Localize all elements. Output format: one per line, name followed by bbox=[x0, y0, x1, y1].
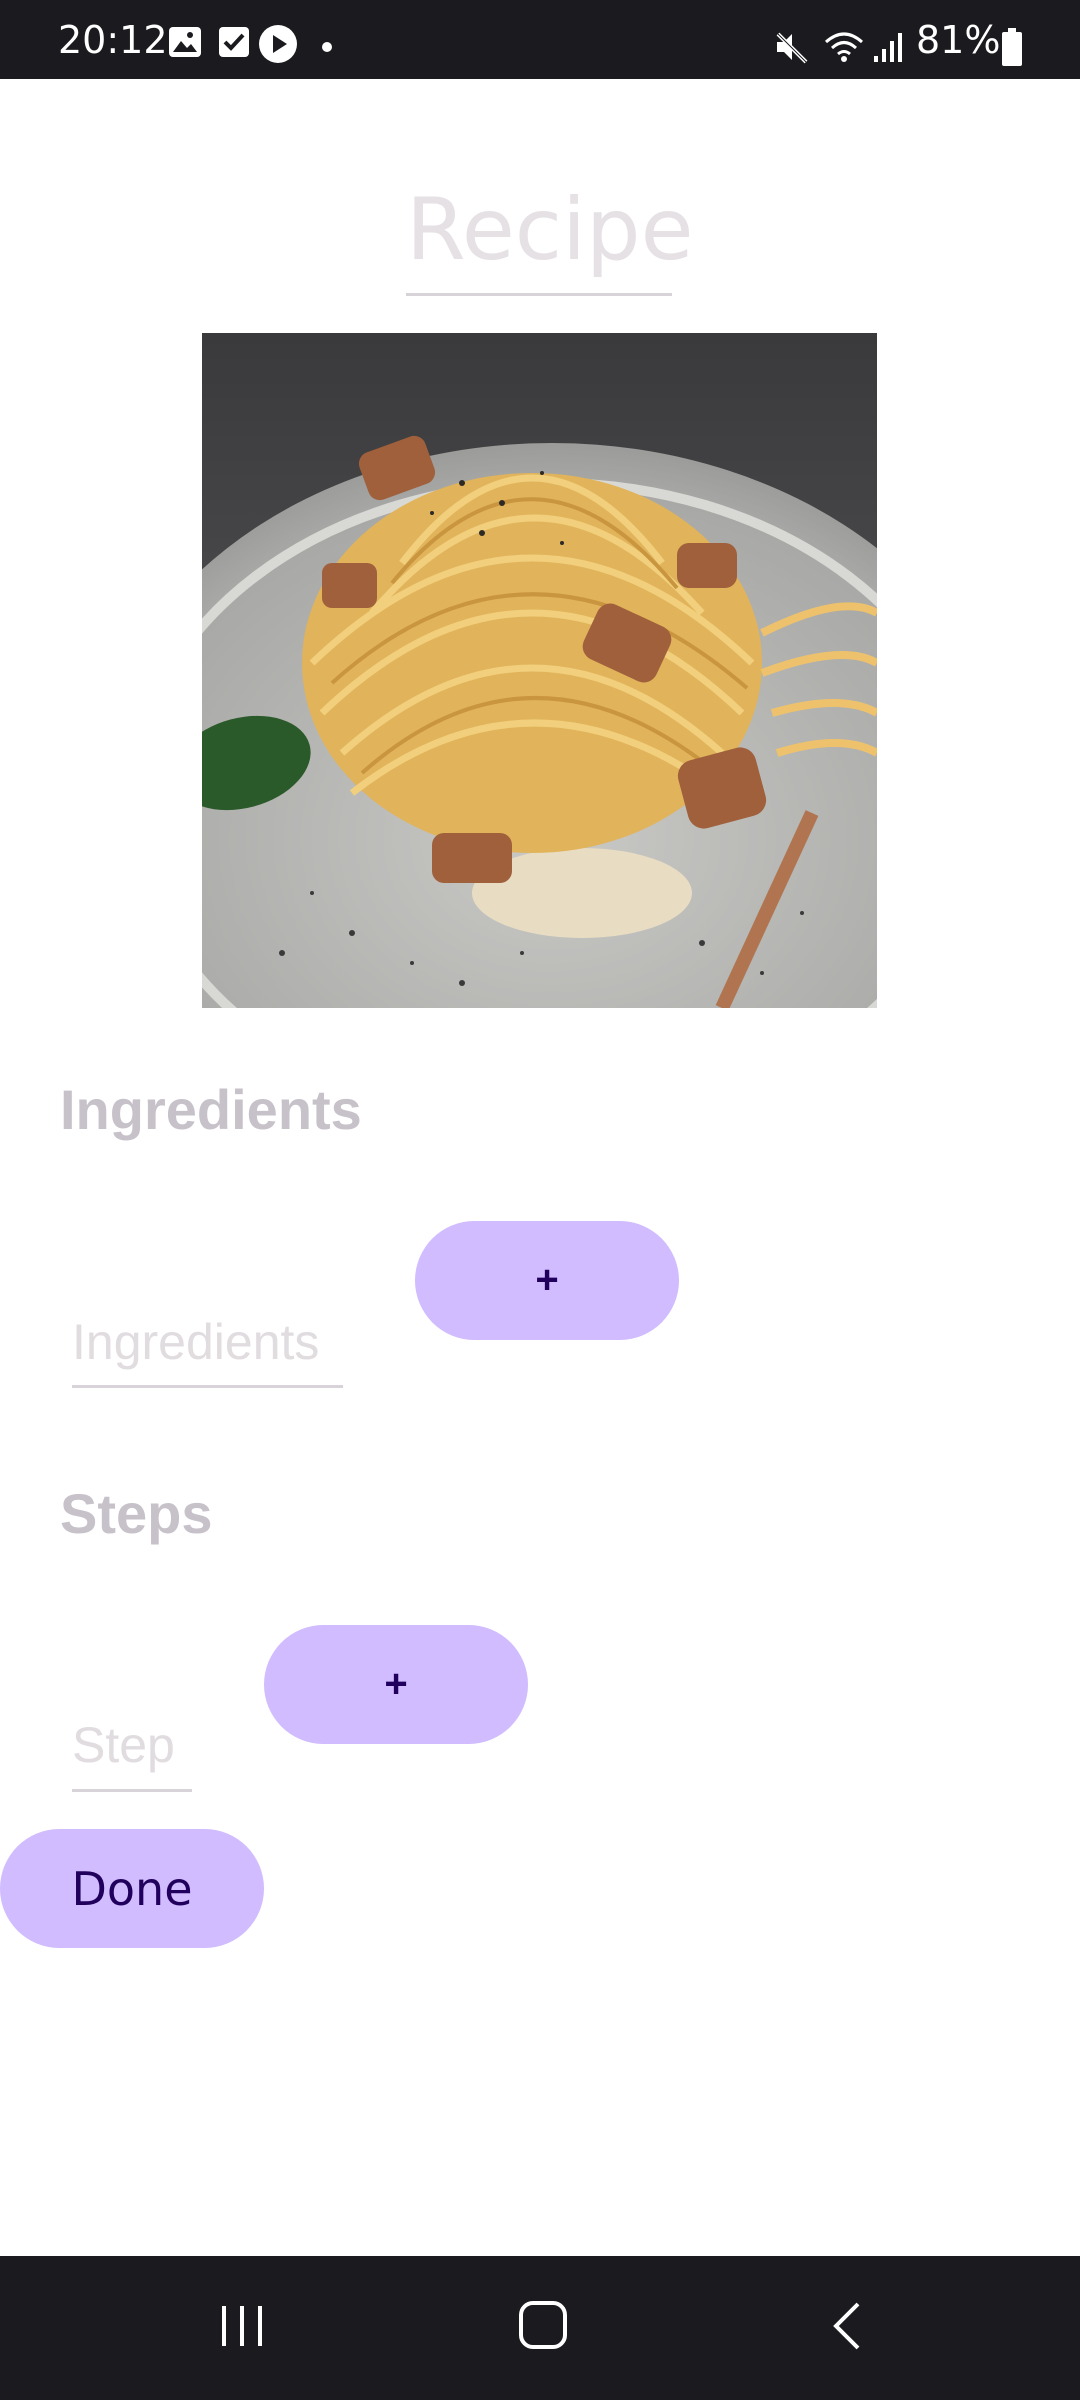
ingredient-input-underline bbox=[72, 1385, 343, 1388]
steps-heading: Steps bbox=[60, 1482, 213, 1545]
done-button[interactable]: Done bbox=[0, 1829, 264, 1948]
status-time: 20:12 bbox=[58, 18, 168, 62]
ingredient-input[interactable]: Ingredients bbox=[72, 1312, 319, 1372]
title-underline bbox=[406, 293, 672, 296]
recipe-title-input[interactable]: Recipe bbox=[406, 180, 693, 280]
play-icon bbox=[258, 24, 298, 68]
status-bar: 20:12 81% bbox=[0, 0, 1080, 79]
battery-percent: 81% bbox=[916, 18, 1001, 62]
back-icon[interactable] bbox=[828, 2300, 864, 2356]
gallery-icon bbox=[168, 26, 202, 62]
navigation-bar bbox=[0, 2256, 1080, 2400]
step-input-underline bbox=[72, 1789, 192, 1792]
ingredients-heading: Ingredients bbox=[60, 1078, 362, 1141]
add-step-button[interactable]: + bbox=[264, 1625, 528, 1744]
checkbox-icon bbox=[218, 26, 250, 62]
notification-dot bbox=[322, 42, 332, 52]
add-ingredient-button[interactable]: + bbox=[415, 1221, 679, 1340]
battery-icon bbox=[1002, 28, 1022, 70]
mute-icon bbox=[774, 30, 810, 68]
wifi-icon bbox=[822, 28, 866, 68]
step-input[interactable]: Step bbox=[72, 1715, 175, 1775]
home-icon[interactable] bbox=[518, 2300, 568, 2354]
recipe-image[interactable] bbox=[202, 333, 877, 1008]
signal-icon bbox=[872, 30, 904, 68]
recent-apps-icon[interactable] bbox=[218, 2302, 266, 2354]
